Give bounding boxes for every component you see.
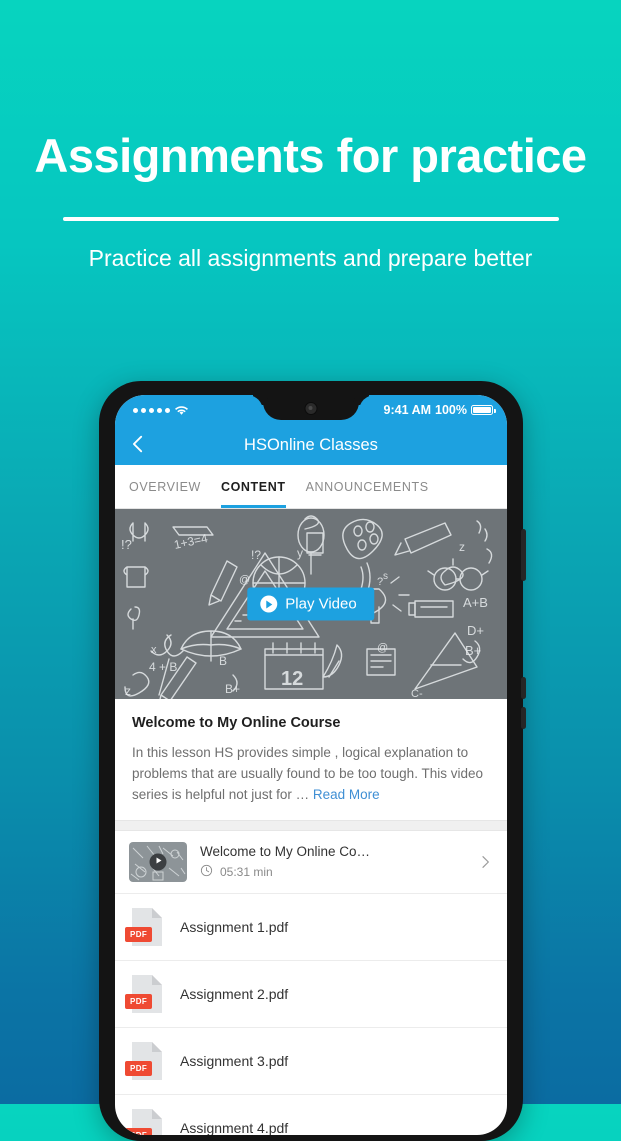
pdf-file-icon: PDF	[125, 1041, 163, 1081]
video-banner: !? 1+3=4 !? y z @ ? s A+B D+ B+ B x 4 + …	[115, 509, 507, 699]
section-divider	[115, 819, 507, 831]
file-name: Assignment 1.pdf	[180, 918, 289, 935]
chevron-right-icon[interactable]	[477, 854, 493, 870]
front-camera-icon	[304, 402, 318, 415]
svg-text:D+: D+	[467, 623, 484, 638]
pdf-file-icon: PDF	[125, 974, 163, 1014]
clock-icon	[200, 864, 213, 880]
svg-text:@: @	[377, 642, 388, 654]
svg-text:@: @	[239, 574, 250, 586]
chevron-left-icon[interactable]	[127, 433, 149, 455]
pdf-file-icon: PDF	[125, 907, 163, 947]
page-title: Assignments for practice	[34, 129, 587, 182]
file-name: Assignment 3.pdf	[180, 1052, 289, 1069]
tab-overview[interactable]: OVERVIEW	[129, 465, 201, 508]
signal-dots-icon	[133, 407, 170, 413]
pdf-file-icon: PDF	[125, 1108, 163, 1135]
wifi-icon	[175, 405, 188, 415]
read-more-link[interactable]: Read More	[313, 787, 380, 802]
pdf-badge: PDF	[125, 993, 153, 1009]
svg-text:A+B: A+B	[463, 595, 488, 610]
pdf-badge: PDF	[125, 1060, 153, 1076]
play-circle-icon	[260, 595, 278, 613]
svg-text:B+: B+	[465, 643, 481, 658]
video-duration: 05:31 min	[220, 864, 273, 879]
extra-side-button[interactable]	[521, 707, 526, 729]
promo-header: Assignments for practice Practice all as…	[0, 0, 621, 272]
svg-text:!?: !?	[251, 548, 261, 562]
phone-screen: 9:41 AM 100% HSOnline Classes OVERVIEW C…	[115, 395, 507, 1135]
file-name: Assignment 2.pdf	[180, 985, 289, 1002]
svg-text:12: 12	[281, 668, 303, 690]
tab-bar: OVERVIEW CONTENT ANNOUNCEMENTS	[115, 465, 507, 509]
file-name: Assignment 4.pdf	[180, 1119, 289, 1135]
course-description: Welcome to My Online Course In this less…	[115, 699, 507, 820]
status-left	[115, 405, 188, 415]
battery-percent: 100%	[435, 403, 467, 417]
play-video-label: Play Video	[285, 595, 357, 613]
course-body-text: In this lesson HS provides simple , logi…	[132, 745, 483, 802]
play-video-button[interactable]: Play Video	[247, 587, 375, 621]
course-body: In this lesson HS provides simple , logi…	[132, 743, 490, 806]
pdf-badge: PDF	[125, 1127, 153, 1135]
video-thumbnail	[129, 841, 187, 882]
svg-text:x: x	[151, 644, 157, 656]
status-time: 9:41 AM	[383, 403, 432, 417]
status-right: 9:41 AM 100%	[383, 403, 496, 417]
status-bar: 9:41 AM 100%	[115, 395, 507, 425]
tab-content[interactable]: CONTENT	[220, 465, 286, 508]
battery-full-icon	[471, 405, 496, 415]
svg-text:y: y	[297, 546, 303, 560]
svg-text:z: z	[459, 540, 465, 554]
svg-text:B+: B+	[225, 682, 240, 696]
page-subtitle: Practice all assignments and prepare bet…	[88, 245, 533, 271]
pdf-badge: PDF	[125, 926, 153, 942]
video-list-item[interactable]: Welcome to My Online Co… 05:31 min	[115, 831, 507, 894]
camera-notch	[263, 395, 359, 420]
svg-text:s: s	[383, 571, 388, 582]
svg-text:!?: !?	[121, 537, 132, 552]
svg-text:B: B	[219, 654, 227, 668]
video-duration-row: 05:31 min	[200, 864, 477, 880]
volume-button[interactable]	[521, 529, 526, 581]
file-list-item[interactable]: PDF Assignment 2.pdf	[115, 961, 507, 1028]
video-title: Welcome to My Online Co…	[200, 843, 371, 859]
file-list-item[interactable]: PDF Assignment 1.pdf	[115, 894, 507, 961]
app-bar-title: HSOnline Classes	[244, 435, 378, 454]
play-circle-icon	[149, 853, 167, 871]
file-list-item[interactable]: PDF Assignment 3.pdf	[115, 1028, 507, 1095]
video-meta: Welcome to My Online Co… 05:31 min	[187, 844, 477, 880]
app-bar: HSOnline Classes	[115, 425, 507, 465]
svg-text:C-: C-	[411, 688, 423, 699]
phone-mockup: 9:41 AM 100% HSOnline Classes OVERVIEW C…	[99, 381, 526, 1141]
file-list-item[interactable]: PDF Assignment 4.pdf	[115, 1095, 507, 1135]
svg-text:z: z	[125, 684, 131, 698]
svg-text:4 + B: 4 + B	[149, 660, 177, 674]
tab-announcements[interactable]: ANNOUNCEMENTS	[306, 465, 429, 508]
course-title: Welcome to My Online Course	[132, 715, 341, 731]
power-button[interactable]	[521, 677, 526, 699]
